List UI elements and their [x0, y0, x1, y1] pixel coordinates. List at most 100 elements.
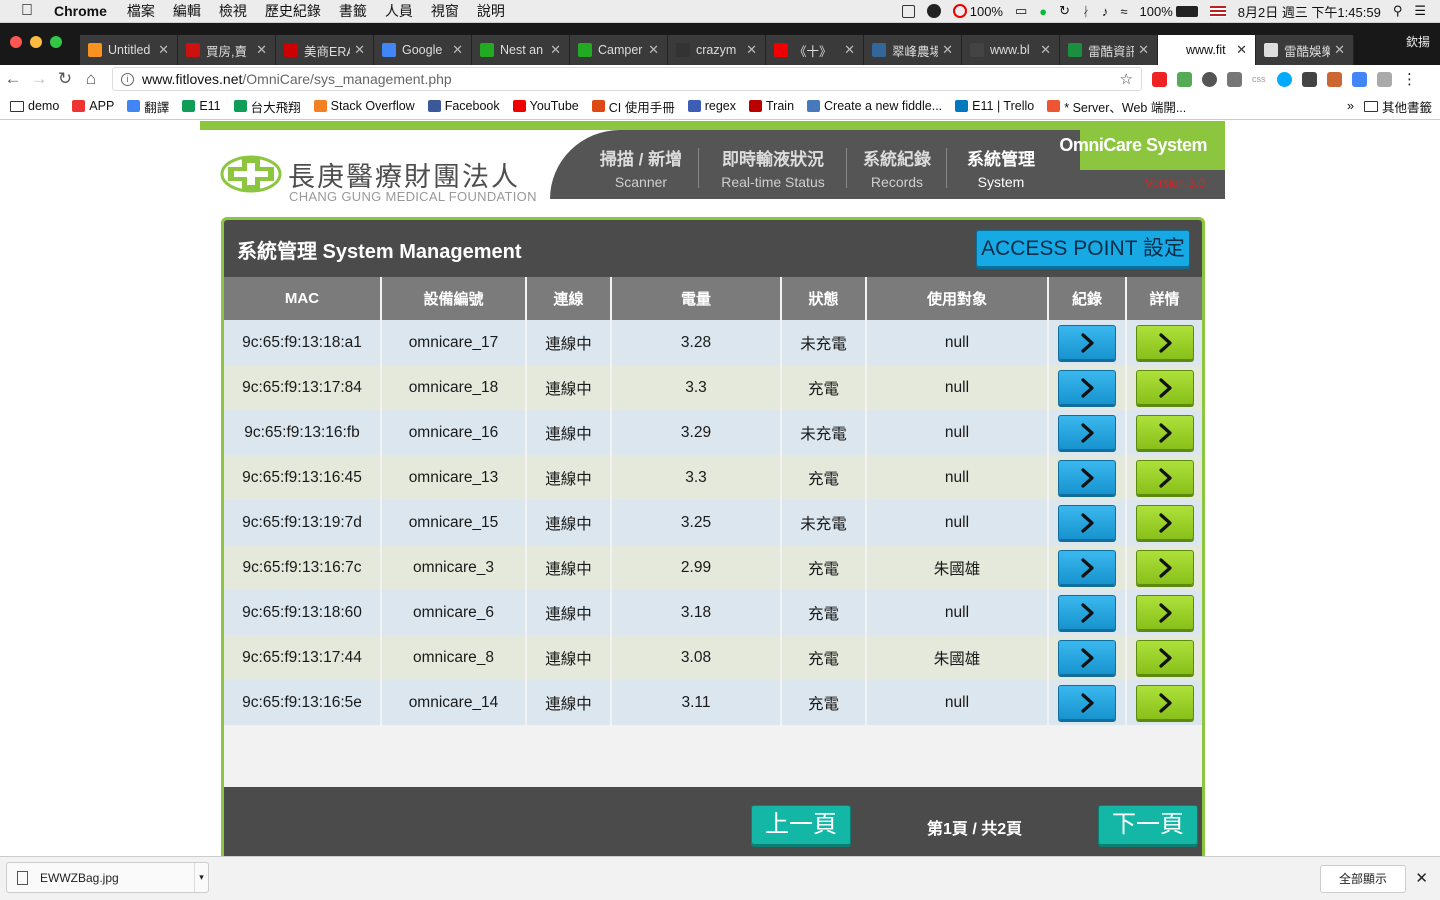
menu-people[interactable]: 人員: [385, 1, 413, 21]
tab-close-icon[interactable]: ✕: [648, 42, 659, 58]
view-details-button[interactable]: [1135, 370, 1194, 405]
line-icon[interactable]: ●: [1039, 4, 1047, 19]
tab-close-icon[interactable]: ✕: [550, 42, 561, 58]
extension-icon[interactable]: [1152, 71, 1167, 87]
nav-system[interactable]: 系統管理 System: [956, 145, 1046, 190]
view-details-button[interactable]: [1135, 550, 1194, 585]
bookmark-item[interactable]: E11 | Trello: [955, 99, 1034, 113]
browser-tab[interactable]: 《十》 ✕: [766, 35, 864, 65]
zoom-window-button[interactable]: [50, 36, 62, 48]
bookmark-star-icon[interactable]: ☆: [1120, 70, 1133, 88]
tab-close-icon[interactable]: ✕: [158, 42, 169, 58]
home-icon[interactable]: ⌂: [78, 69, 104, 89]
view-records-button[interactable]: [1058, 370, 1116, 405]
apple-menu-icon[interactable]: : [0, 2, 54, 20]
tab-close-icon[interactable]: ✕: [942, 42, 953, 58]
tab-close-icon[interactable]: ✕: [1236, 42, 1247, 58]
menubar-clock[interactable]: 8月2日 週三 下午1:45:59: [1238, 2, 1381, 21]
view-records-button[interactable]: [1058, 595, 1116, 630]
view-records-button[interactable]: [1058, 505, 1116, 540]
bookmark-item[interactable]: Facebook: [427, 99, 500, 113]
browser-tab[interactable]: www.fit ✕: [1158, 35, 1256, 65]
view-details-button[interactable]: [1135, 325, 1194, 360]
translate-icon[interactable]: [1352, 71, 1367, 87]
tab-close-icon[interactable]: ✕: [452, 42, 463, 58]
tab-close-icon[interactable]: ✕: [256, 42, 267, 58]
browser-tab[interactable]: Google ✕: [374, 35, 472, 65]
bookmark-item[interactable]: 翻譯: [127, 97, 169, 116]
browser-tab[interactable]: Nest an ✕: [472, 35, 570, 65]
moon-icon[interactable]: [926, 4, 941, 18]
bookmark-item[interactable]: Train: [749, 99, 794, 113]
bookmark-item[interactable]: * Server、Web 端開...: [1047, 97, 1186, 116]
tab-close-icon[interactable]: ✕: [1040, 42, 1051, 58]
bookmarks-overflow-button[interactable]: »: [1347, 99, 1354, 113]
bookmark-item[interactable]: 台大飛翔: [233, 97, 301, 116]
browser-tab[interactable]: 雷酷資訊 ✕: [1060, 35, 1158, 65]
bluetooth-icon[interactable]: ᛅ: [1082, 4, 1090, 19]
battery-status[interactable]: 100%: [1140, 4, 1198, 19]
download-options-chevron-icon[interactable]: ▾: [194, 863, 208, 892]
menu-app-name[interactable]: Chrome: [54, 3, 107, 19]
cpu-monitor[interactable]: 100%: [952, 4, 1003, 19]
browser-tab[interactable]: Untitled ✕: [80, 35, 178, 65]
other-bookmarks[interactable]: 其他書籤: [1363, 97, 1432, 116]
tab-close-icon[interactable]: ✕: [1138, 42, 1149, 58]
view-details-button[interactable]: [1135, 640, 1194, 675]
view-details-button[interactable]: [1135, 505, 1194, 540]
site-logo[interactable]: 長庚醫療財團法人 CHANG GUNG MEDICAL FOUNDATION: [200, 130, 590, 204]
nav-scanner[interactable]: 掃描 / 新增 Scanner: [574, 145, 708, 190]
browser-tab[interactable]: 美商ERA ✕: [276, 35, 374, 65]
profile-name[interactable]: 欽揚: [1406, 33, 1430, 50]
nav-records[interactable]: 系統紀錄 Records: [852, 145, 942, 190]
extension-icon[interactable]: [1377, 71, 1392, 87]
spotlight-icon[interactable]: ⚲: [1393, 3, 1403, 19]
notification-center-icon[interactable]: ☰: [1414, 3, 1426, 19]
view-records-button[interactable]: [1058, 640, 1116, 675]
extension-icon[interactable]: [1177, 71, 1192, 87]
nav-realtime-status[interactable]: 即時輸液狀況 Real-time Status: [708, 145, 838, 190]
show-all-downloads-button[interactable]: 全部顯示: [1320, 865, 1406, 893]
bookmark-item[interactable]: Create a new fiddle...: [807, 99, 942, 113]
previous-page-button[interactable]: 上一頁: [751, 805, 851, 845]
view-records-button[interactable]: [1058, 685, 1116, 720]
site-info-icon[interactable]: i: [121, 72, 134, 86]
volume-icon[interactable]: ♪: [1102, 4, 1109, 19]
view-records-button[interactable]: [1058, 325, 1116, 360]
tab-close-icon[interactable]: ✕: [746, 42, 757, 58]
browser-tab[interactable]: crazym ✕: [668, 35, 766, 65]
extension-icon[interactable]: [1277, 71, 1292, 87]
menu-view[interactable]: 檢視: [219, 1, 247, 21]
browser-tab[interactable]: 雷酷娛樂 ✕: [1256, 35, 1354, 65]
extension-icon[interactable]: [1327, 71, 1342, 87]
back-icon[interactable]: ←: [0, 69, 26, 89]
view-records-button[interactable]: [1058, 460, 1116, 495]
access-point-settings-button[interactable]: ACCESS POINT 設定: [976, 230, 1190, 267]
bookmark-item[interactable]: YouTube: [512, 99, 579, 113]
browser-tab[interactable]: Camper ✕: [570, 35, 668, 65]
menu-window[interactable]: 視窗: [431, 1, 459, 21]
bookmark-item[interactable]: E11: [182, 99, 221, 113]
view-details-button[interactable]: [1135, 415, 1194, 450]
wifi-icon[interactable]: ≈: [1120, 4, 1127, 19]
extension-icon[interactable]: [1227, 71, 1242, 87]
close-window-button[interactable]: [10, 36, 22, 48]
pocket-icon[interactable]: [1202, 71, 1217, 87]
view-details-button[interactable]: [1135, 460, 1194, 495]
minimize-window-button[interactable]: [30, 36, 42, 48]
tab-close-icon[interactable]: ✕: [844, 42, 855, 58]
airplay-icon[interactable]: ▭: [1015, 3, 1027, 19]
bookmark-item[interactable]: CI 使用手冊: [591, 97, 675, 116]
browser-tab[interactable]: 翠峰農場 ✕: [864, 35, 962, 65]
menu-bookmarks[interactable]: 書籤: [339, 1, 367, 21]
menu-file[interactable]: 檔案: [127, 1, 155, 21]
menu-help[interactable]: 說明: [477, 1, 505, 21]
address-bar[interactable]: i www.fitloves.net/OmniCare/sys_manageme…: [112, 67, 1142, 91]
tab-close-icon[interactable]: ✕: [1334, 42, 1345, 58]
view-records-button[interactable]: [1058, 550, 1116, 585]
browser-tab[interactable]: www.bl ✕: [962, 35, 1060, 65]
download-item[interactable]: EWWZBag.jpg ▾: [6, 862, 209, 893]
tab-close-icon[interactable]: ✕: [354, 42, 365, 58]
browser-tab[interactable]: 買房,賣 ✕: [178, 35, 276, 65]
forward-icon[interactable]: →: [26, 69, 52, 89]
